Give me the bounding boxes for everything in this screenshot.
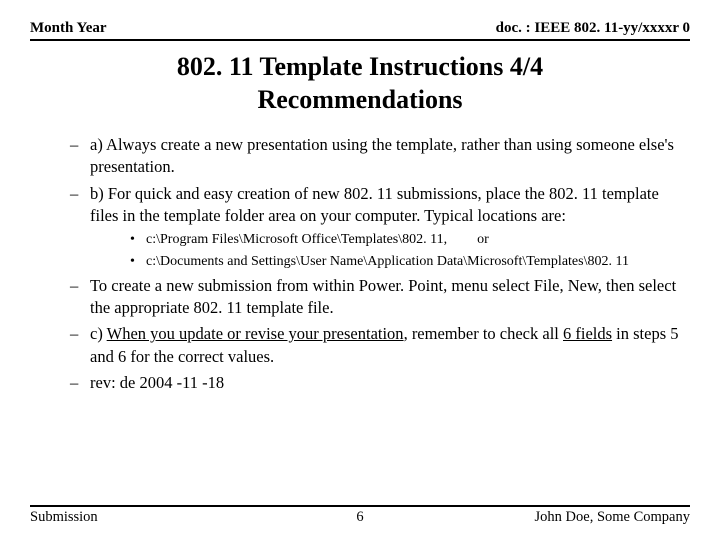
c-fields: 6 fields	[563, 324, 612, 343]
header-left: Month Year	[30, 20, 107, 37]
bullet-icon: •	[130, 253, 146, 272]
c-prefix: c)	[90, 324, 107, 343]
dash-icon: –	[70, 372, 90, 394]
sub-list-item: • c:\Documents and Settings\User Name\Ap…	[130, 253, 650, 272]
footer-page-number: 6	[356, 509, 363, 526]
page-title: 802. 11 Template Instructions 4/4 Recomm…	[30, 51, 690, 116]
sub1-text: c:\Program Files\Microsoft Office\Templa…	[146, 231, 650, 250]
list-item: – b) For quick and easy creation of new …	[70, 183, 680, 228]
title-line-2: Recommendations	[257, 85, 462, 114]
list-item: – To create a new submission from within…	[70, 275, 680, 320]
c-mid: , remember to check all	[404, 324, 563, 343]
dash-icon: –	[70, 275, 90, 320]
dash-icon: –	[70, 134, 90, 179]
item-a-text: a) Always create a new presentation usin…	[90, 134, 680, 179]
list-item: – c) When you update or revise your pres…	[70, 323, 680, 368]
list-item: – a) Always create a new presentation us…	[70, 134, 680, 179]
header-bar: Month Year doc. : IEEE 802. 11-yy/xxxxr …	[30, 20, 690, 41]
bullet-icon: •	[130, 231, 146, 250]
list-item: – rev: de 2004 -11 -18	[70, 372, 680, 394]
body-content: – a) Always create a new presentation us…	[30, 134, 690, 394]
sub1-path: c:\Program Files\Microsoft Office\Templa…	[146, 232, 447, 247]
sub1-or: or	[477, 232, 489, 247]
sub2-text: c:\Documents and Settings\User Name\Appl…	[146, 253, 650, 272]
header-right: doc. : IEEE 802. 11-yy/xxxxr 0	[496, 20, 690, 37]
item-rev-text: rev: de 2004 -11 -18	[90, 372, 224, 394]
dash-icon: –	[70, 183, 90, 228]
c-underlined: When you update or revise your presentat…	[107, 324, 404, 343]
dash-icon: –	[70, 323, 90, 368]
item-newsub-text: To create a new submission from within P…	[90, 275, 680, 320]
footer-right: John Doe, Some Company	[535, 509, 690, 526]
sub-list: • c:\Program Files\Microsoft Office\Temp…	[70, 231, 680, 272]
title-line-1: 802. 11 Template Instructions 4/4	[177, 52, 543, 81]
item-b-text: b) For quick and easy creation of new 80…	[90, 183, 680, 228]
sub-list-item: • c:\Program Files\Microsoft Office\Temp…	[130, 231, 650, 250]
item-c-text: c) When you update or revise your presen…	[90, 323, 680, 368]
footer-left: Submission	[30, 509, 98, 526]
footer-bar: Submission 6 John Doe, Some Company	[30, 505, 690, 526]
